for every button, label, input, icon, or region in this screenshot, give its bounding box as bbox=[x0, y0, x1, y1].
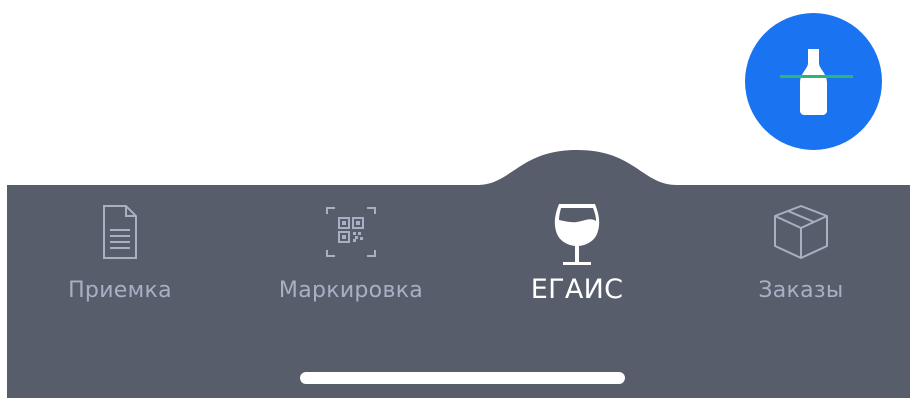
qr-code-icon bbox=[326, 207, 376, 257]
tab-egais-label: ЕГАИС bbox=[530, 274, 624, 305]
box-icon bbox=[774, 205, 828, 259]
home-indicator[interactable] bbox=[300, 372, 625, 384]
tab-egais[interactable]: ЕГАИС bbox=[477, 200, 677, 310]
tab-zakazy-label: Заказы bbox=[758, 278, 844, 303]
tab-priemka[interactable]: Приемка bbox=[20, 200, 220, 310]
bottom-tab-bar: Приемка Маркировка ЕГАИС Заказы bbox=[7, 148, 910, 398]
bottle-scan-icon bbox=[780, 49, 853, 115]
tab-zakazy[interactable]: Заказы bbox=[701, 200, 901, 310]
wine-glass-icon bbox=[554, 204, 600, 265]
scan-bottle-button[interactable] bbox=[745, 13, 882, 150]
document-icon bbox=[103, 205, 137, 259]
tab-markirovka[interactable]: Маркировка bbox=[251, 200, 451, 310]
tab-markirovka-label: Маркировка bbox=[278, 278, 424, 303]
tab-priemka-label: Приемка bbox=[68, 278, 172, 303]
app-screen: Приемка Маркировка ЕГАИС Заказы bbox=[0, 0, 917, 398]
